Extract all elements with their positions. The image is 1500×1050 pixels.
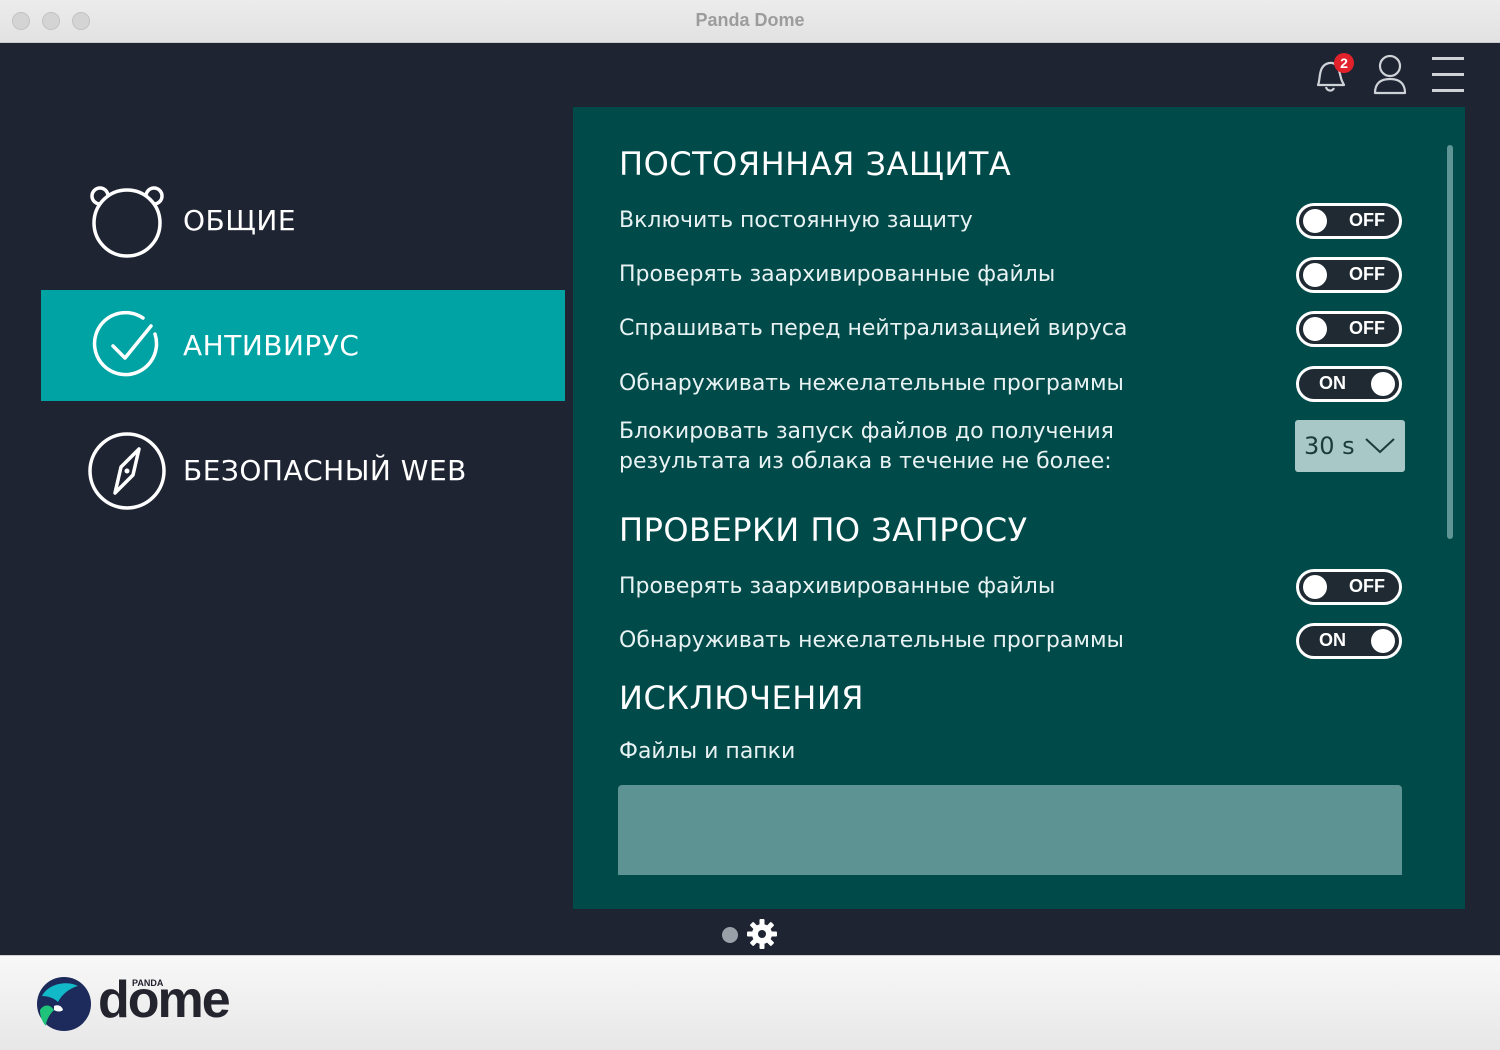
- toggle-ask-before-neutralizing[interactable]: OFF: [1296, 311, 1402, 347]
- toggle-state: OFF: [1349, 264, 1385, 284]
- panda-dome-logo: PANDA dome: [36, 971, 256, 1040]
- setting-label: Файлы и папки: [619, 739, 796, 764]
- panda-logo-mark: [37, 977, 91, 1031]
- compass-icon: [88, 431, 166, 510]
- toggle-detect-pup-on-demand[interactable]: ON: [1296, 623, 1402, 659]
- toggle-state: OFF: [1349, 210, 1385, 230]
- toggle-enable-resident-protection[interactable]: OFF: [1296, 203, 1402, 239]
- toggle-state: OFF: [1349, 318, 1385, 338]
- section-title-on-demand: ПРОВЕРКИ ПО ЗАПРОСУ: [619, 511, 1028, 549]
- toggle-scan-archives-on-demand[interactable]: OFF: [1296, 569, 1402, 605]
- toggle-knob: [1303, 317, 1327, 341]
- toggle-state: OFF: [1349, 576, 1385, 596]
- setting-label: Блокировать запуск файлов до получения: [619, 419, 1114, 444]
- chevron-down-icon: [1365, 438, 1395, 454]
- sidebar-item-general[interactable]: ОБЩИЕ: [41, 165, 565, 276]
- notifications-button[interactable]: 2: [1310, 53, 1354, 99]
- setting-label: Обнаруживать нежелательные программы: [619, 628, 1124, 653]
- page-dot[interactable]: [722, 927, 738, 943]
- panel-scrollbar[interactable]: [1447, 145, 1453, 539]
- toggle-scan-archives-resident[interactable]: OFF: [1296, 257, 1402, 293]
- setting-label: Включить постоянную защиту: [619, 208, 973, 233]
- toggle-state: ON: [1319, 630, 1346, 650]
- app-body: 2 ОБЩИЕ АНТИВИРУС БЕЗОПАСНЫЙ WEB ПОСТОЯН…: [0, 43, 1500, 955]
- main-menu-button[interactable]: [1430, 53, 1474, 99]
- toggle-knob: [1303, 209, 1327, 233]
- notification-badge: 2: [1334, 53, 1354, 73]
- cloud-block-timeout-select[interactable]: 30 s: [1295, 420, 1405, 472]
- toggle-knob: [1371, 372, 1395, 396]
- logo-brand-word: dome: [98, 971, 231, 1029]
- setting-label: результата из облака в течение не более:: [619, 449, 1112, 474]
- sidebar-item-antivirus[interactable]: АНТИВИРУС: [41, 290, 565, 401]
- gear-icon[interactable]: [746, 918, 778, 950]
- sidebar-item-label: ОБЩИЕ: [183, 204, 297, 237]
- section-title-exclusions: ИСКЛЮЧЕНИЯ: [619, 679, 864, 717]
- toggle-state: ON: [1319, 373, 1346, 393]
- panda-head-icon: [90, 185, 164, 258]
- account-button[interactable]: [1370, 53, 1414, 99]
- setting-label: Проверять заархивированные файлы: [619, 262, 1056, 287]
- sidebar-item-label: БЕЗОПАСНЫЙ WEB: [183, 454, 467, 487]
- setting-label: Проверять заархивированные файлы: [619, 574, 1056, 599]
- check-circle-icon: [92, 310, 159, 376]
- toggle-knob: [1371, 629, 1395, 653]
- toggle-knob: [1303, 263, 1327, 287]
- files-folders-exclusion-list[interactable]: [618, 785, 1402, 875]
- hamburger-menu-icon: [1432, 57, 1464, 92]
- sidebar-item-safe-web[interactable]: БЕЗОПАСНЫЙ WEB: [41, 415, 565, 526]
- setting-label: Обнаруживать нежелательные программы: [619, 371, 1124, 396]
- window-title: Panda Dome: [695, 10, 805, 30]
- select-value: 30 s: [1304, 432, 1355, 460]
- setting-label: Спрашивать перед нейтрализацией вируса: [619, 316, 1128, 341]
- toggle-knob: [1303, 575, 1327, 599]
- toggle-detect-pup-resident[interactable]: ON: [1296, 366, 1402, 402]
- section-title-resident-protection: ПОСТОЯННАЯ ЗАЩИТА: [619, 145, 1012, 183]
- title-bar: Panda Dome: [0, 0, 1500, 43]
- user-icon: [1373, 54, 1407, 95]
- antivirus-settings-panel: ПОСТОЯННАЯ ЗАЩИТА Включить постоянную за…: [573, 107, 1465, 909]
- footer-bar: PANDA dome: [0, 955, 1500, 1050]
- sidebar-item-label: АНТИВИРУС: [183, 329, 360, 362]
